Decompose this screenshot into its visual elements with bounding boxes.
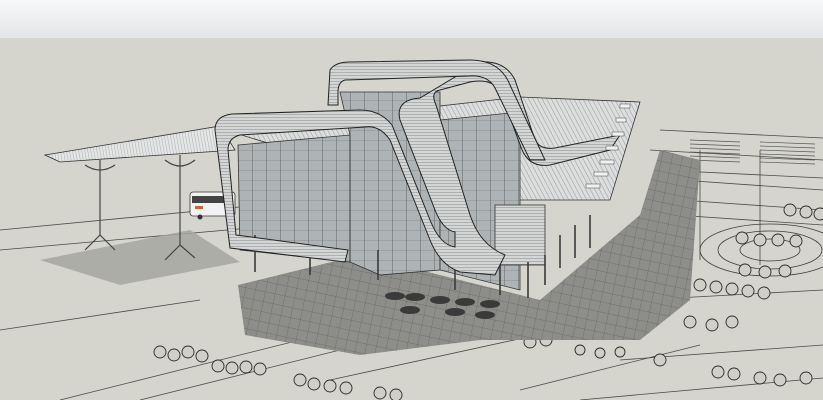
model-viewport[interactable]: [0, 0, 823, 400]
sky: [0, 0, 823, 40]
architectural-model-render: [0, 0, 823, 400]
